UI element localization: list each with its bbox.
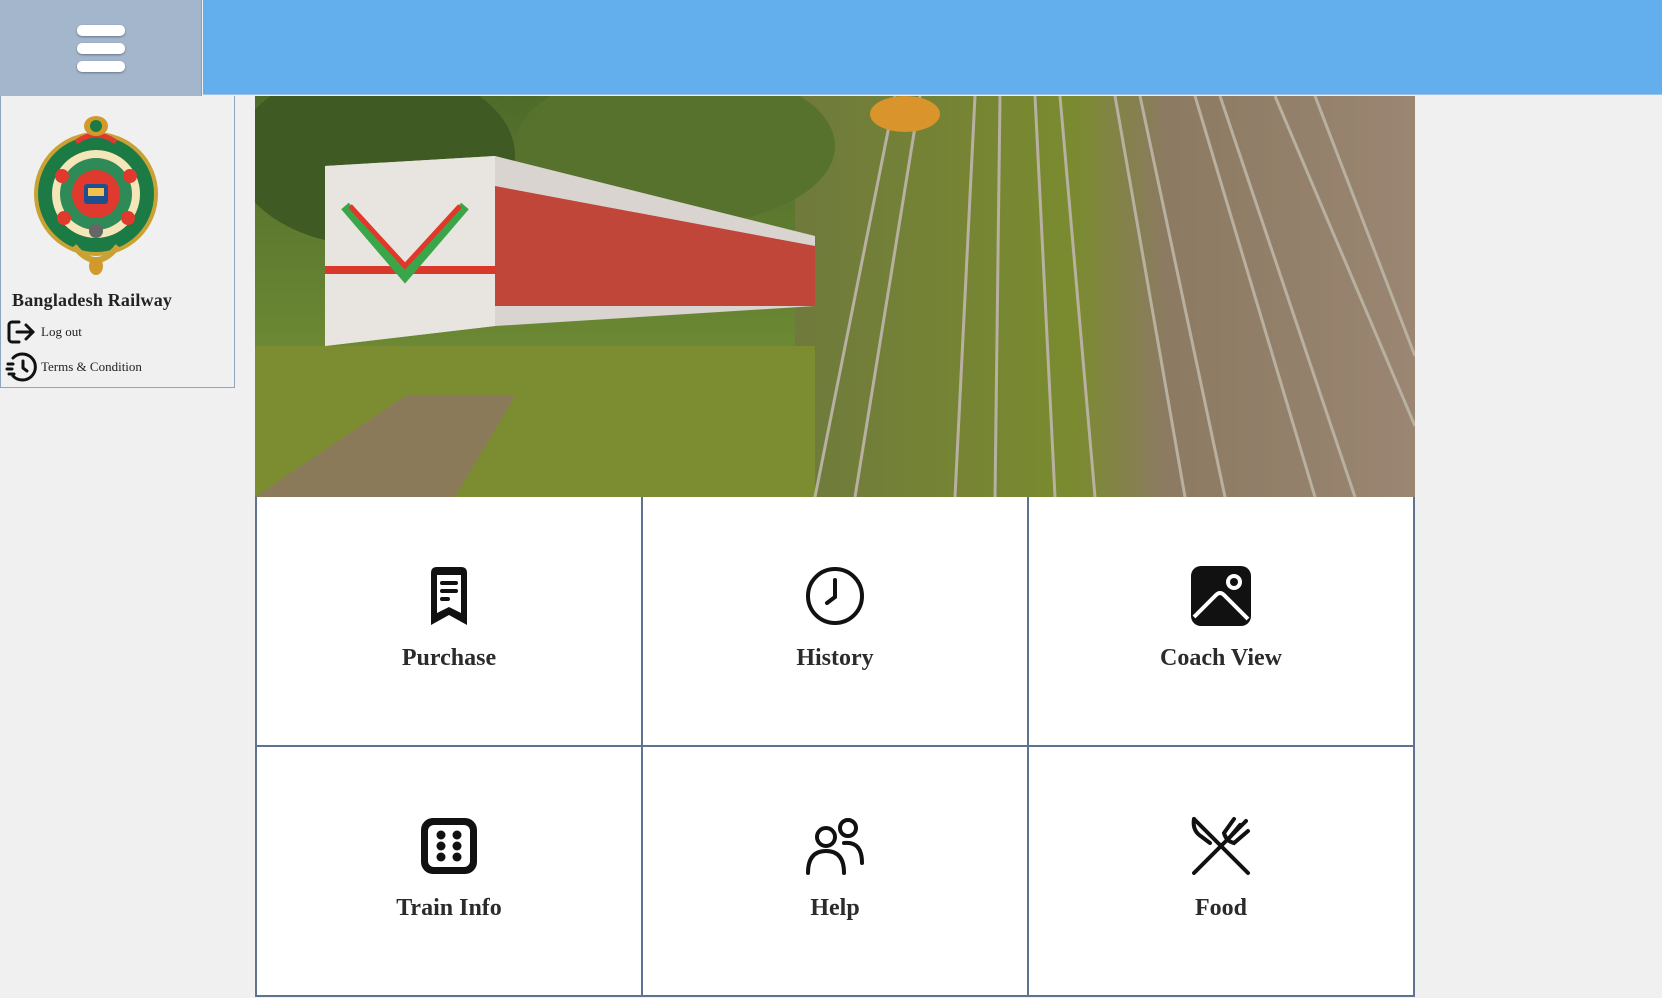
clock-icon [806,567,864,625]
tile-history[interactable]: History [643,497,1029,747]
tile-coach-view[interactable]: Coach View [1029,497,1415,747]
tile-purchase[interactable]: Purchase [257,497,643,747]
hamburger-menu-icon[interactable] [73,21,129,76]
brand-title: Bangladesh Railway [12,290,173,310]
dice-grid-icon [421,818,477,874]
tile-help[interactable]: Help [643,747,1029,997]
logout-link[interactable]: Log out [5,316,82,348]
tile-label: Food [1194,895,1247,921]
hero-banner-image [255,96,1415,497]
logout-label: Log out [41,324,82,339]
sidebar: Bangladesh Railway Log out Terms & Condi… [0,96,235,388]
receipt-icon [431,567,467,625]
fork-knife-icon [1191,817,1250,875]
history-clock-icon [5,352,37,382]
menu-bar [76,42,125,54]
tile-label: Coach View [1160,645,1282,671]
bangladesh-railway-logo [34,116,158,275]
menu-panel [0,0,202,96]
image-icon [1191,566,1251,626]
tile-food[interactable]: Food [1029,747,1415,997]
top-bar [203,0,1662,95]
tile-label: Help [810,895,860,921]
tile-train-info[interactable]: Train Info [257,747,643,997]
main-content: Purchase History Coach View Train Info H… [255,96,1415,998]
menu-bar [76,24,125,36]
terms-label: Terms & Condition [41,359,142,374]
users-icon [806,818,864,875]
tile-label: History [796,645,874,671]
tile-label: Purchase [401,645,497,671]
tile-label: Train Info [396,895,502,921]
menu-tile-grid: Purchase History Coach View Train Info H… [255,497,1415,997]
logout-icon [7,320,35,344]
menu-bar [76,60,125,72]
terms-link[interactable]: Terms & Condition [5,351,142,383]
